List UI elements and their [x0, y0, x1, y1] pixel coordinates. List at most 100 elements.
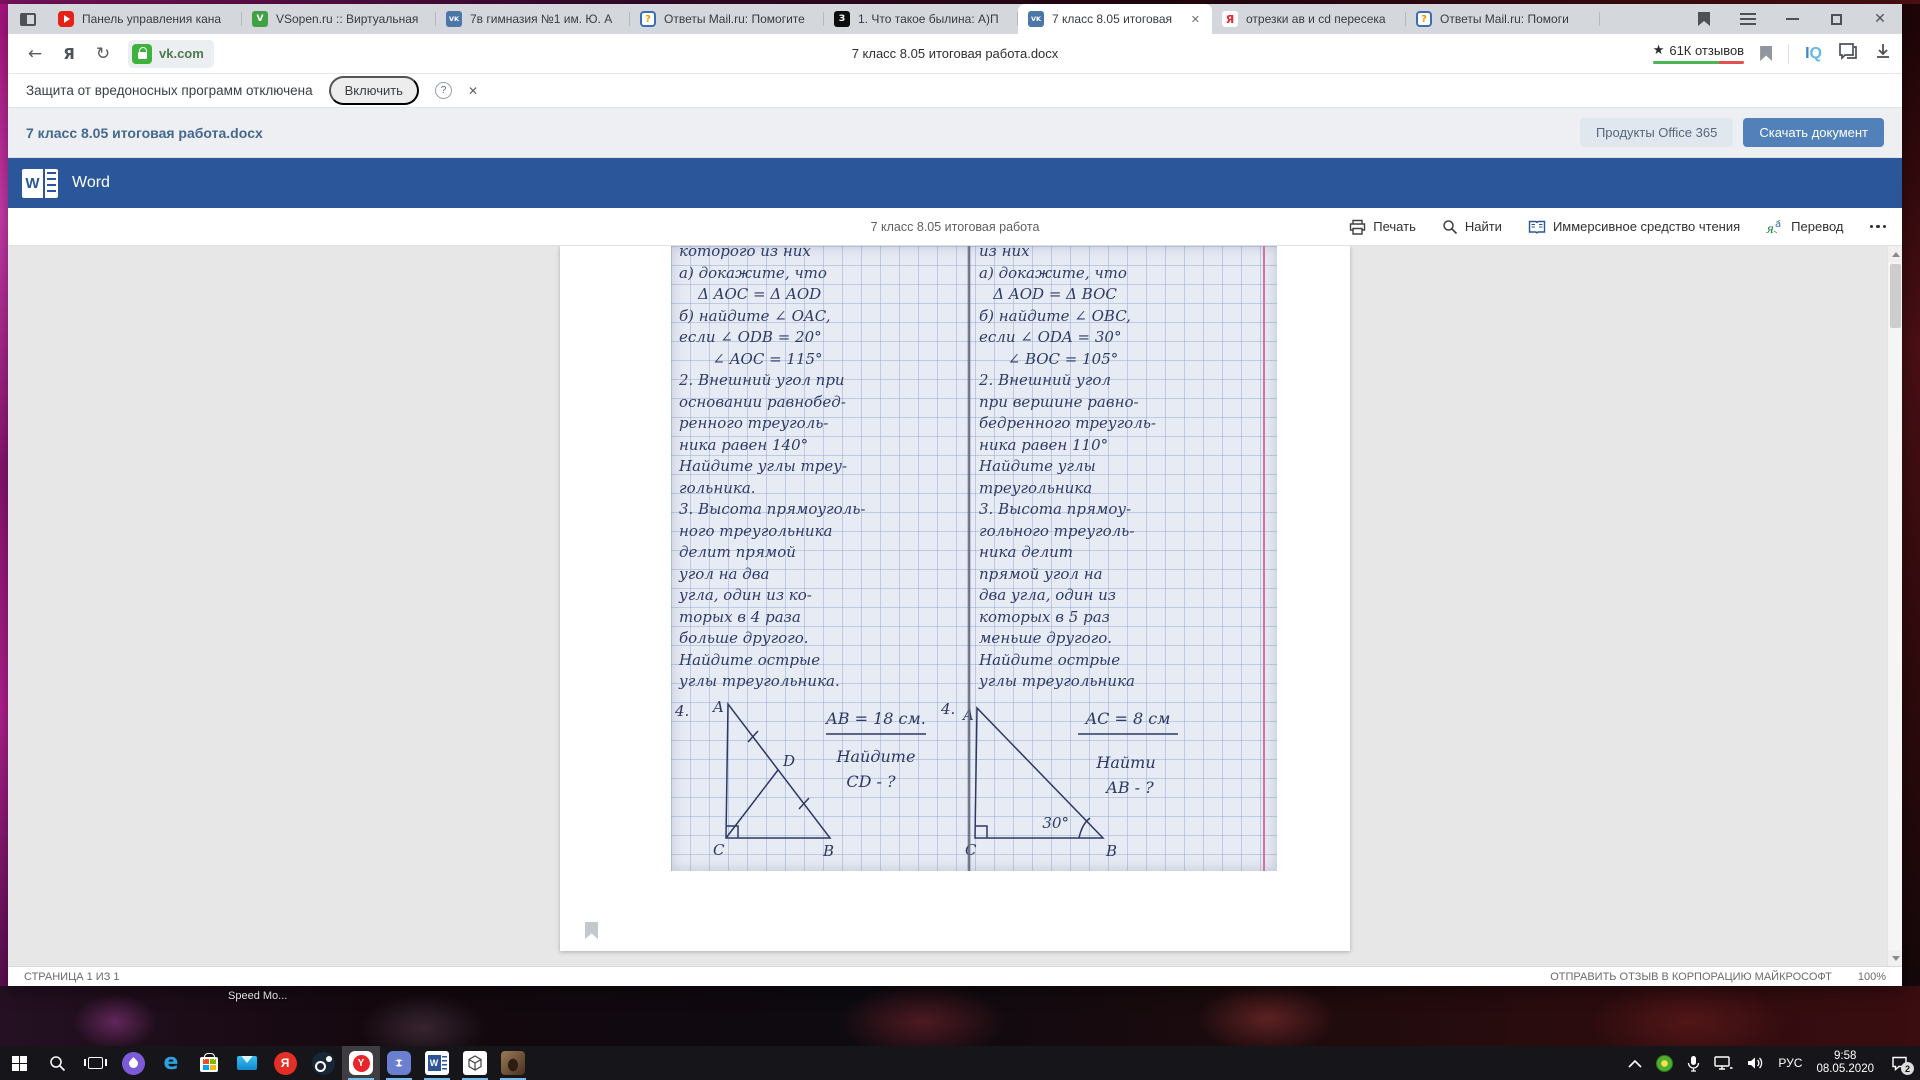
browser-window: Панель управления кана VSopen.ru :: Вирт…	[8, 4, 1902, 986]
scan-line: Найдите острые	[679, 650, 821, 669]
sidebar-panel-button[interactable]	[8, 4, 48, 34]
taskbar-microsoft-store[interactable]	[190, 1046, 228, 1080]
hidden-icons-button[interactable]	[1628, 1059, 1642, 1068]
scan-line: 3. Высота прямоу-	[979, 500, 1132, 518]
taskbar-mail[interactable]	[228, 1046, 266, 1080]
taskbar-game[interactable]	[494, 1046, 532, 1080]
taskbar-discord[interactable]	[380, 1046, 418, 1080]
yandex-home-button[interactable]: Я	[52, 37, 86, 71]
star-icon: ★	[1652, 43, 1665, 58]
cube-box-icon	[463, 1051, 487, 1075]
taskbar-word[interactable]: W	[418, 1046, 456, 1080]
scan-line: Δ AOC = Δ AOD	[679, 285, 822, 303]
tab-title: VSopen.ru :: Виртуальная	[276, 12, 419, 26]
taskbar-yandex-app[interactable]	[266, 1046, 304, 1080]
tab-znanija[interactable]: 1. Что такое былина: А)П	[824, 4, 1018, 34]
svg-text:я: я	[1766, 222, 1774, 235]
tab-title: отрезки ав и cd пересека	[1246, 12, 1386, 26]
worksheet-variant-2-text: из них а) докажите, что Δ AOD = Δ BOC б) н…	[979, 246, 1263, 693]
scan-line: которого из них	[679, 246, 811, 260]
translate-button[interactable]: яa Перевод	[1766, 218, 1843, 235]
tab-otvety-mailru-1[interactable]: Ответы Mail.ru: Помогите	[630, 4, 824, 34]
taskbar-3d-viewer[interactable]	[456, 1046, 494, 1080]
browser-menu-button[interactable]	[1726, 4, 1770, 34]
send-feedback-link[interactable]: ОТПРАВИТЬ ОТЗЫВ В КОРПОРАЦИЮ МАЙКРОСОФТ	[1550, 971, 1832, 983]
clock-time: 9:58	[1834, 1050, 1857, 1062]
taskbar-edge[interactable]: e	[152, 1046, 190, 1080]
immersive-reader-button[interactable]: Иммерсивное средство чтения	[1528, 219, 1740, 235]
scan-line: торых в 4 раза	[679, 607, 801, 626]
help-icon[interactable]: ?	[434, 82, 452, 99]
word-toolbar: 7 класс 8.05 итоговая работа Печать Найт…	[8, 208, 1902, 246]
task-view-button[interactable]	[76, 1046, 114, 1080]
tab-otvety-mailru-2[interactable]: Ответы Mail.ru: Помоги	[1406, 4, 1600, 34]
volume-tray-button[interactable]	[1747, 1056, 1764, 1070]
omnibox-page-title: 7 класс 8.05 итоговая работа.docx	[851, 46, 1059, 61]
reviews-label: 61К отзывов	[1669, 43, 1745, 58]
zoom-level[interactable]: 100%	[1858, 971, 1886, 983]
antivirus-tray-button[interactable]	[1656, 1054, 1674, 1072]
word-brand-label: Word	[72, 174, 110, 191]
scan-line: 2. Внешний угол	[979, 371, 1111, 389]
tab-strip: Панель управления кана VSopen.ru :: Вирт…	[8, 4, 1902, 34]
scan-line: угла, один из ко-	[679, 586, 812, 604]
download-document-button[interactable]: Скачать документ	[1743, 118, 1884, 147]
more-options-button[interactable]	[1869, 224, 1886, 229]
game-icon	[501, 1051, 525, 1075]
url-field[interactable]: vk.com	[128, 39, 214, 68]
scan-line: если ∠ ODB = 20°	[679, 328, 822, 346]
scroll-up-button[interactable]	[1888, 246, 1902, 262]
vertex-a-label: A	[711, 698, 724, 716]
print-button[interactable]: Печать	[1349, 219, 1416, 235]
office365-products-button[interactable]: Продукты Office 365	[1579, 118, 1734, 147]
tab-close-icon[interactable]: ✕	[1189, 13, 1202, 26]
action-center-button[interactable]: 2	[1888, 1053, 1914, 1075]
close-window-button[interactable]: ✕	[1858, 4, 1902, 34]
alice-iq-button[interactable]: IQ	[1805, 45, 1822, 63]
taskbar-steam[interactable]	[304, 1046, 342, 1080]
tab-youtube-dashboard[interactable]: Панель управления кана	[48, 4, 242, 34]
discord-icon	[387, 1051, 411, 1075]
otvety-mailru-icon	[1416, 11, 1432, 27]
dismiss-warning-icon[interactable]: ✕	[468, 84, 478, 98]
network-tray-button[interactable]	[1714, 1055, 1733, 1071]
taskbar-yandex-browser-active[interactable]	[342, 1046, 380, 1080]
site-reviews-button[interactable]: ★ 61К отзывов	[1652, 43, 1745, 64]
triangle-figure-right	[974, 706, 1105, 839]
microphone-tray-button[interactable]	[1687, 1055, 1700, 1072]
tab-yandex-search[interactable]: отрезки ав и cd пересека	[1212, 4, 1406, 34]
taskbar-search-button[interactable]	[38, 1046, 76, 1080]
maximize-button[interactable]	[1814, 4, 1858, 34]
vk-bookmark-icon[interactable]	[585, 922, 598, 939]
search-icon	[49, 1055, 65, 1071]
find-button[interactable]: Найти	[1442, 219, 1502, 235]
tab-active-itogovaya[interactable]: 7 класс 8.05 итоговая ✕	[1018, 4, 1212, 34]
scan-line: гольника.	[679, 478, 756, 497]
tab-vsopen[interactable]: VSopen.ru :: Виртуальная	[242, 4, 436, 34]
bookmarks-panel-button[interactable]	[1682, 4, 1726, 34]
task-view-icon	[83, 1057, 107, 1069]
back-button[interactable]: ←	[18, 37, 52, 71]
minimize-button[interactable]	[1770, 4, 1814, 34]
scan-line: делит прямой	[679, 543, 796, 561]
collections-button[interactable]	[1838, 42, 1858, 65]
desktop-shortcut-label[interactable]: Speed Mo...	[228, 990, 287, 1002]
scan-line: больше другого.	[679, 629, 809, 647]
scrollbar-thumb[interactable]	[1890, 264, 1901, 328]
triangle-figure-left	[725, 701, 832, 839]
add-bookmark-icon[interactable]	[1760, 46, 1773, 61]
tab-vk-gymnasium[interactable]: 7в гимназия №1 им. Ю. А	[436, 4, 630, 34]
start-button[interactable]	[0, 1046, 38, 1080]
enable-protection-button[interactable]: Включить	[328, 76, 419, 105]
scan-line: два угла, один из	[979, 586, 1116, 604]
book-icon	[1528, 220, 1546, 234]
scan-line: Найдите острые	[979, 650, 1121, 669]
page-scrollbar[interactable]	[1887, 246, 1902, 966]
taskbar-yandex-disk[interactable]	[114, 1046, 152, 1080]
scroll-down-button[interactable]	[1888, 950, 1902, 966]
page-count-label: СТРАНИЦА 1 ИЗ 1	[24, 970, 120, 983]
refresh-button[interactable]: ↻	[86, 37, 120, 71]
downloads-button[interactable]	[1874, 42, 1892, 65]
language-indicator[interactable]: РУС	[1778, 1056, 1802, 1070]
clock[interactable]: 9:58 08.05.2020	[1816, 1050, 1874, 1076]
